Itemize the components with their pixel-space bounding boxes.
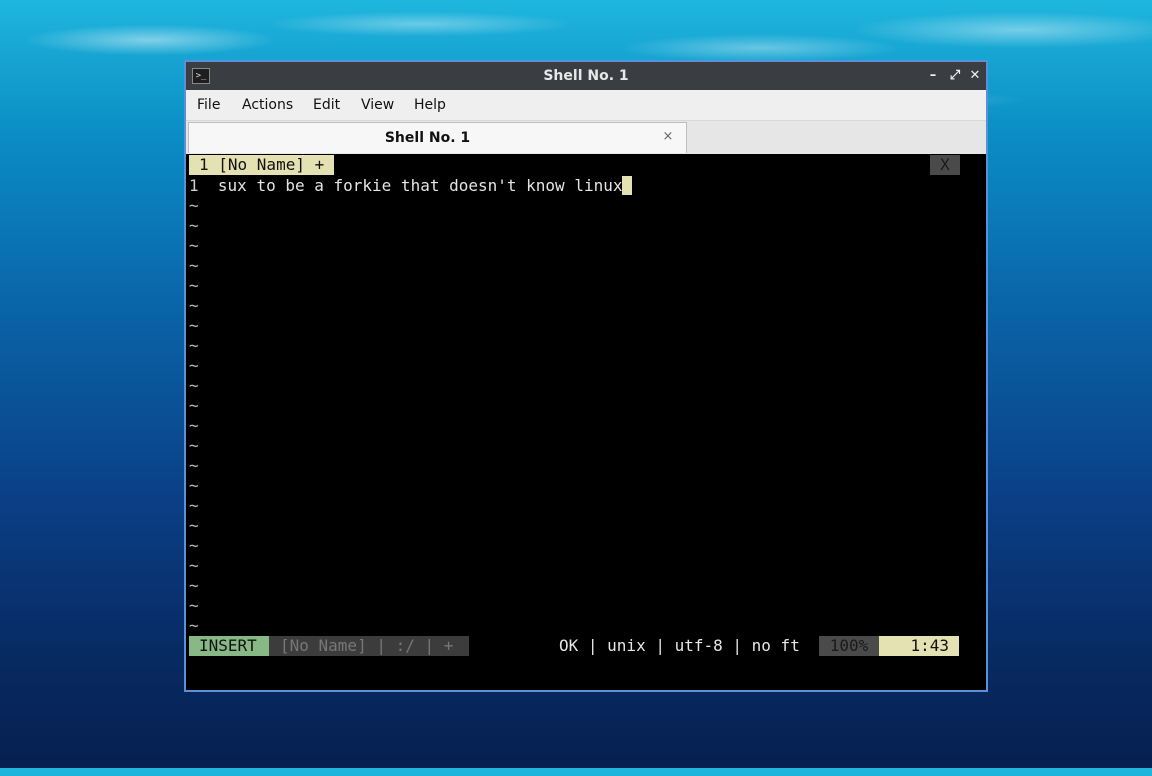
tilde-marker: ~ <box>189 196 199 215</box>
terminal-window: >_ Shell No. 1 – ⤢ ✕ File Actions Edit V… <box>184 60 988 692</box>
tilde-marker: ~ <box>189 216 199 235</box>
vim-tabline-close[interactable]: X <box>930 155 960 175</box>
vim-tabline-buffer[interactable]: 1 [No Name] + <box>189 155 335 175</box>
tilde-marker: ~ <box>189 536 199 555</box>
menu-view[interactable]: View <box>361 90 394 120</box>
vim-statusline: INSERT [No Name] | :/ | + OK | unix | ut… <box>189 636 960 656</box>
tilde-marker: ~ <box>189 436 199 455</box>
vim-text-line[interactable]: 1 sux to be a forkie that doesn't know l… <box>189 176 633 196</box>
menu-bar: File Actions Edit View Help <box>186 90 986 121</box>
text-cursor <box>622 176 633 195</box>
tilde-marker: ~ <box>189 256 199 275</box>
tilde-marker: ~ <box>189 616 199 635</box>
tilde-marker: ~ <box>189 476 199 495</box>
tilde-marker: ~ <box>189 596 199 615</box>
tilde-marker: ~ <box>189 416 199 435</box>
tab-shell-1[interactable]: Shell No. 1 × <box>188 122 687 153</box>
tilde-marker: ~ <box>189 456 199 475</box>
minimize-button[interactable]: – <box>924 67 942 85</box>
tilde-marker: ~ <box>189 336 199 355</box>
tilde-marker: ~ <box>189 356 199 375</box>
tilde-marker: ~ <box>189 516 199 535</box>
tilde-marker: ~ <box>189 376 199 395</box>
terminal-area[interactable]: 1 [No Name] + X 1 sux to be a forkie tha… <box>186 154 986 690</box>
vim-mode-indicator: INSERT <box>189 636 269 656</box>
tilde-marker: ~ <box>189 276 199 295</box>
menu-actions[interactable]: Actions <box>242 90 293 120</box>
menu-file[interactable]: File <box>197 90 220 120</box>
tab-close-icon[interactable]: × <box>660 129 676 145</box>
tab-bar: Shell No. 1 × <box>186 121 986 154</box>
close-button[interactable]: ✕ <box>966 67 984 85</box>
menu-edit[interactable]: Edit <box>313 90 340 120</box>
tilde-marker: ~ <box>189 496 199 515</box>
menu-help[interactable]: Help <box>414 90 446 120</box>
tilde-marker: ~ <box>189 556 199 575</box>
line-text: sux to be a forkie that doesn't know lin… <box>198 176 623 195</box>
vim-file-info: [No Name] | :/ | + <box>269 636 469 656</box>
tab-label: Shell No. 1 <box>384 130 471 146</box>
tilde-marker: ~ <box>189 296 199 315</box>
tilde-marker: ~ <box>189 396 199 415</box>
tilde-marker: ~ <box>189 576 199 595</box>
vim-encoding-info: OK | unix | utf-8 | no ft <box>559 636 800 655</box>
vim-cursor-position: 1:43 <box>879 636 959 656</box>
window-title: Shell No. 1 <box>543 68 629 84</box>
restore-button[interactable]: ⤢ <box>946 67 964 85</box>
tilde-marker: ~ <box>189 236 199 255</box>
line-number: 1 <box>189 176 199 195</box>
vim-scroll-percent: 100% <box>819 636 879 656</box>
tilde-marker: ~ <box>189 316 199 335</box>
title-bar[interactable]: >_ Shell No. 1 – ⤢ ✕ <box>186 62 986 90</box>
